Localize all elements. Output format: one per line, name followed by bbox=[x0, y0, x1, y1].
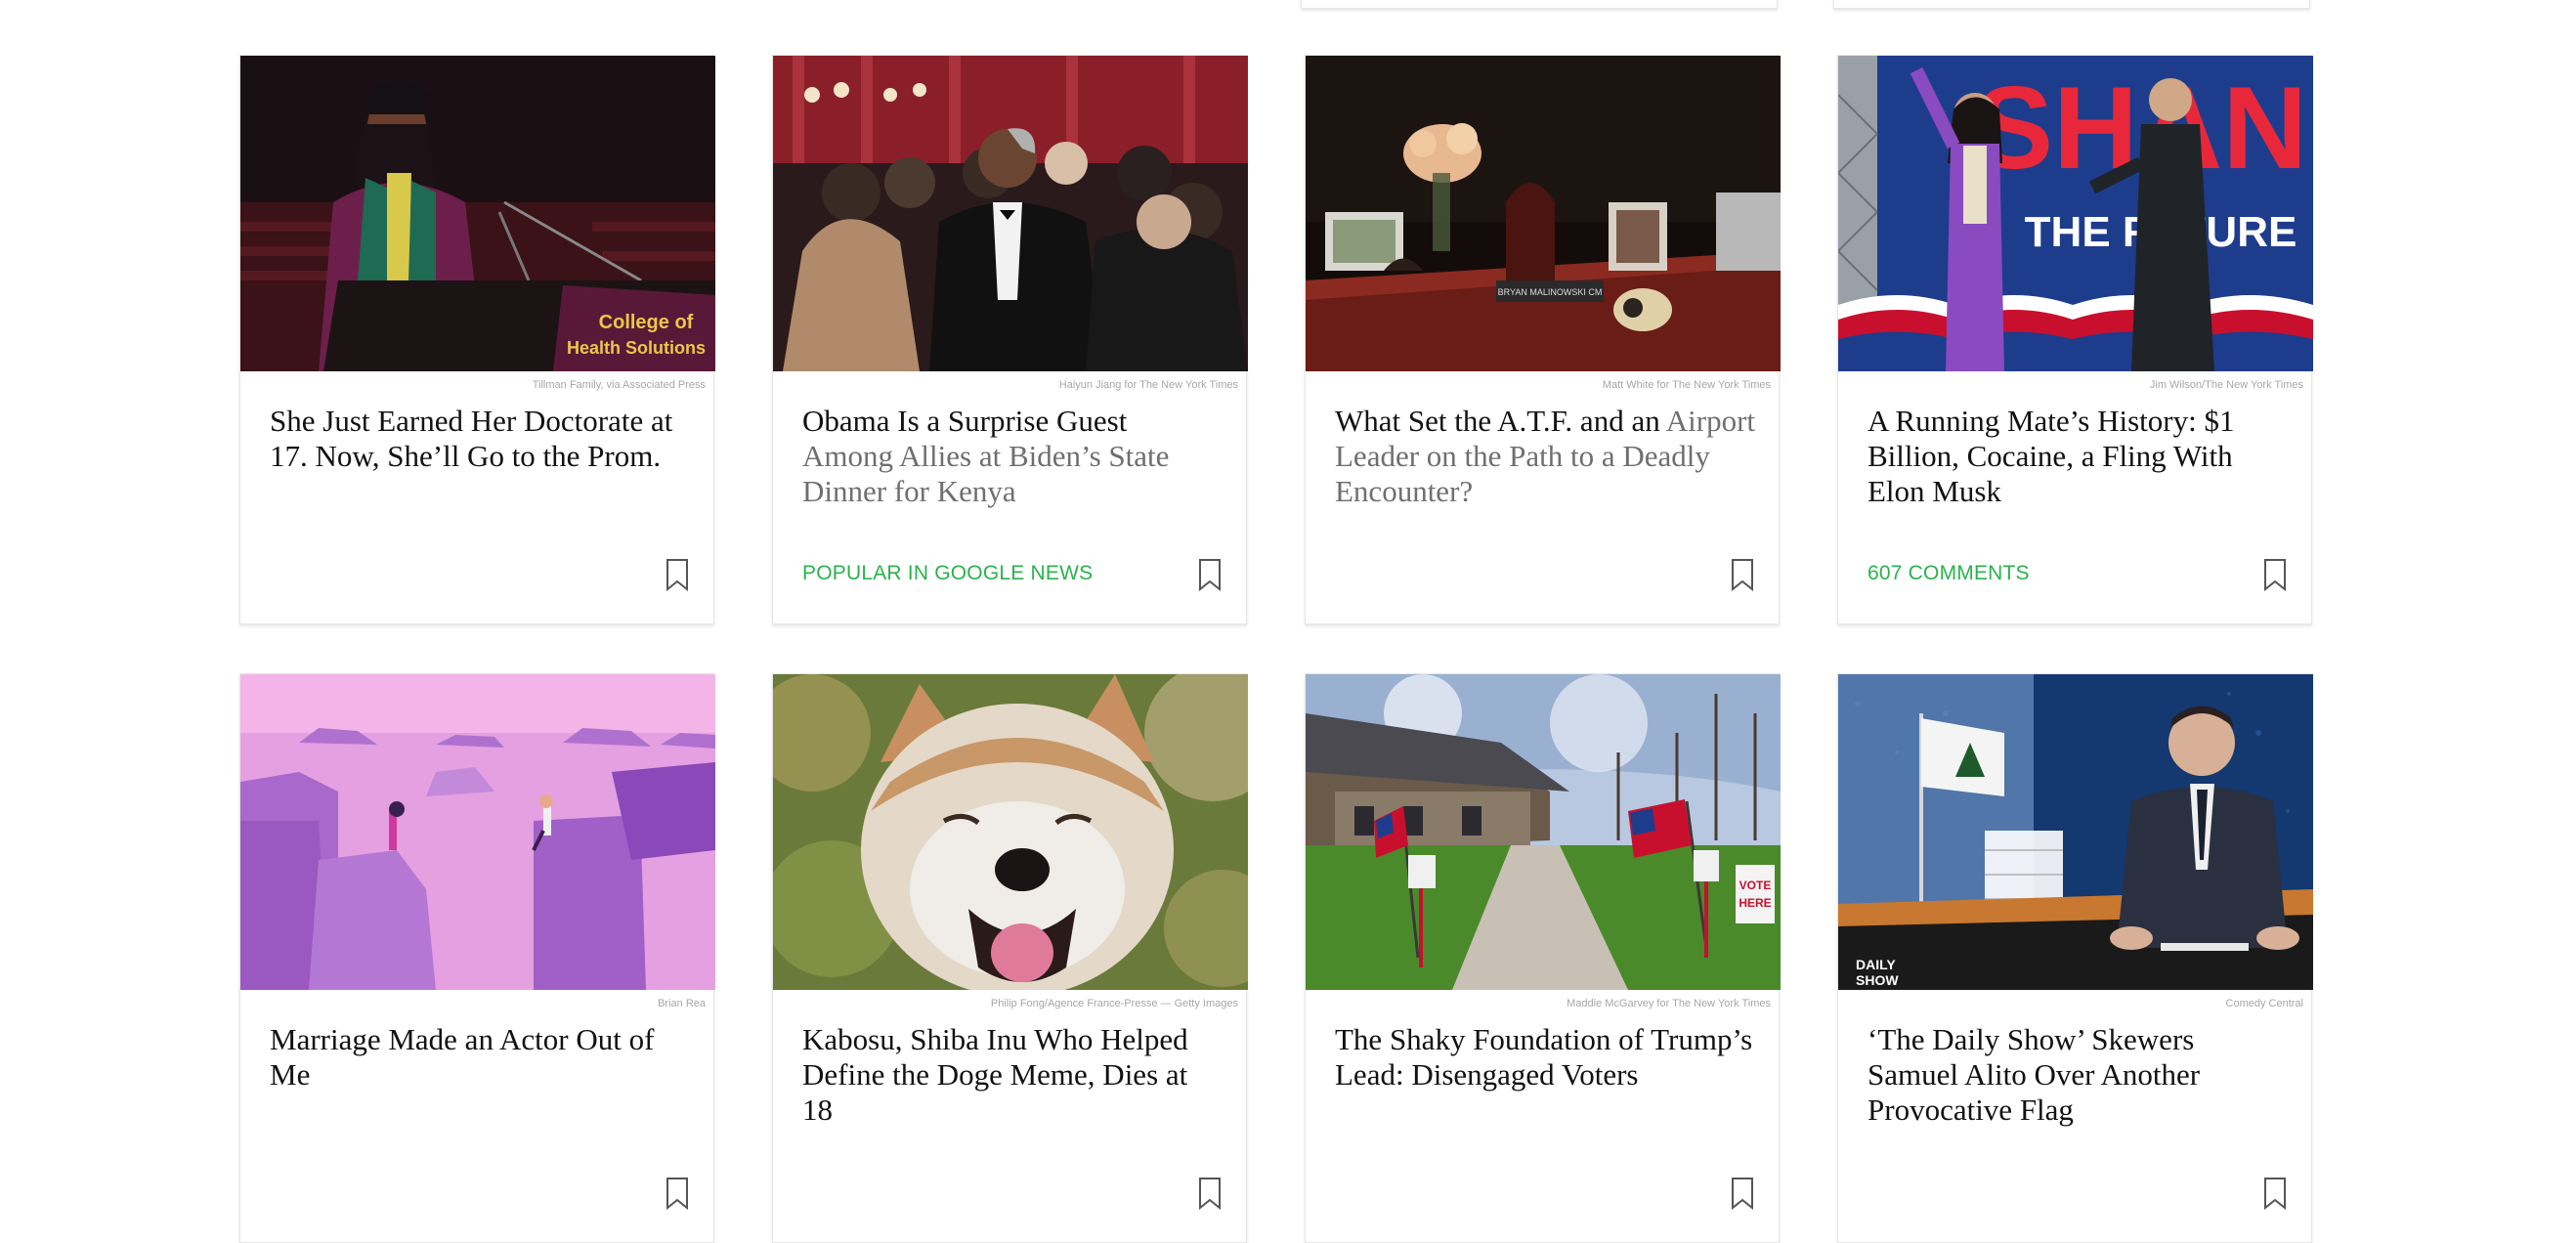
story-headline[interactable]: She Just Earned Her Doctorate at 17. Now… bbox=[270, 404, 690, 474]
story-image[interactable]: VOTE HERE bbox=[1306, 674, 1781, 990]
late-night-show-photo: DAILY SHOW bbox=[1838, 674, 2313, 990]
headline-lead: What Set the A.T.F. and an bbox=[1335, 404, 1666, 438]
story-card[interactable]: SHAN THE FUTURE Jim Wilson/The New York … bbox=[1837, 55, 2313, 624]
photo-credit: Matt White for The New York Times bbox=[1602, 379, 1771, 391]
story-image[interactable]: DAILY SHOW bbox=[1838, 674, 2313, 990]
polling-place-photo: VOTE HERE bbox=[1306, 674, 1781, 990]
shiba-inu-photo bbox=[773, 674, 1248, 990]
story-image[interactable] bbox=[773, 674, 1248, 990]
bookmark-icon[interactable] bbox=[665, 558, 689, 591]
story-card[interactable]: Brian Rea Marriage Made an Actor Out of … bbox=[239, 673, 715, 1243]
photo-credit: Tillman Family, via Associated Press bbox=[532, 379, 706, 391]
story-card[interactable]: BRYAN MALINOWSKI CM Matt White for The N… bbox=[1305, 55, 1781, 624]
story-card[interactable]: Philip Fong/Agence France-Presse — Getty… bbox=[772, 673, 1248, 1243]
bookmark-icon[interactable] bbox=[2263, 558, 2287, 591]
photo-credit: Jim Wilson/The New York Times bbox=[2149, 379, 2303, 391]
headline-text: Marriage Made an Actor Out of Me bbox=[270, 1022, 655, 1092]
previous-row-card-edge bbox=[1833, 0, 2310, 9]
photo-credit: Comedy Central bbox=[2225, 998, 2303, 1009]
story-headline[interactable]: The Shaky Foundation of Trump’s Lead: Di… bbox=[1335, 1022, 1755, 1093]
headline-text: ‘The Daily Show’ Skewers Samuel Alito Ov… bbox=[1868, 1022, 2201, 1127]
comments-count-link[interactable]: 607 COMMENTS bbox=[1868, 562, 2030, 585]
canyon-illustration bbox=[240, 674, 715, 990]
story-tag[interactable]: POPULAR IN GOOGLE NEWS bbox=[802, 562, 1093, 585]
story-headline[interactable]: ‘The Daily Show’ Skewers Samuel Alito Ov… bbox=[1868, 1022, 2288, 1128]
headline-text: The Shaky Foundation of Trump’s Lead: Di… bbox=[1335, 1022, 1753, 1092]
headline-text: A Running Mate’s History: $1 Billion, Co… bbox=[1868, 404, 2235, 508]
photo-credit: Maddie McGarvey for The New York Times bbox=[1567, 998, 1771, 1009]
story-headline[interactable]: A Running Mate’s History: $1 Billion, Co… bbox=[1868, 404, 2288, 509]
headline-text: She Just Earned Her Doctorate at 17. Now… bbox=[270, 404, 673, 473]
photo-credit: Haiyun Jiang for The New York Times bbox=[1058, 379, 1238, 391]
story-image[interactable] bbox=[240, 674, 715, 990]
image-caption-text: HERE bbox=[1739, 896, 1771, 910]
bookmark-icon[interactable] bbox=[1198, 1177, 1222, 1210]
headline-text: Kabosu, Shiba Inu Who Helped Define the … bbox=[802, 1022, 1188, 1127]
story-headline[interactable]: Obama Is a Surprise Guest Among Allies a… bbox=[802, 404, 1223, 509]
story-image[interactable]: SHAN THE FUTURE bbox=[1838, 56, 2313, 371]
image-caption-text: DAILY bbox=[1856, 957, 1896, 972]
story-card[interactable]: DAILY SHOW Comedy Central ‘The Daily Sho… bbox=[1837, 673, 2313, 1243]
bookmark-icon[interactable] bbox=[2263, 1177, 2287, 1210]
state-dinner-photo bbox=[773, 56, 1248, 371]
image-caption-text: Health Solutions bbox=[567, 338, 706, 358]
memorial-table-photo: BRYAN MALINOWSKI CM bbox=[1306, 56, 1781, 371]
headline-text: Among Allies at Biden’s State Dinner for… bbox=[802, 439, 1170, 508]
image-caption-text: VOTE bbox=[1739, 879, 1772, 892]
image-caption-text: College of bbox=[599, 312, 694, 333]
bookmark-icon[interactable] bbox=[665, 1177, 689, 1210]
photo-credit: Philip Fong/Agence France-Presse — Getty… bbox=[990, 998, 1238, 1009]
bookmark-icon[interactable] bbox=[1198, 558, 1222, 591]
bookmark-icon[interactable] bbox=[1731, 558, 1754, 591]
story-headline[interactable]: Kabosu, Shiba Inu Who Helped Define the … bbox=[802, 1022, 1223, 1128]
story-headline[interactable]: Marriage Made an Actor Out of Me bbox=[270, 1022, 690, 1093]
story-image[interactable]: College of Health Solutions bbox=[240, 56, 715, 371]
story-headline[interactable]: What Set the A.T.F. and an Airport Leade… bbox=[1335, 404, 1755, 509]
story-card[interactable]: College of Health Solutions Tillman Fami… bbox=[239, 55, 715, 624]
story-image[interactable] bbox=[773, 56, 1248, 371]
story-card[interactable]: Haiyun Jiang for The New York Times Obam… bbox=[772, 55, 1248, 624]
photo-credit: Brian Rea bbox=[658, 998, 706, 1009]
image-caption-text: SHOW bbox=[1856, 972, 1899, 988]
headline-lead: Obama Is a Surprise Guest bbox=[802, 404, 1128, 438]
image-caption-text: BRYAN MALINOWSKI CM bbox=[1498, 287, 1603, 297]
bookmark-icon[interactable] bbox=[1731, 1177, 1754, 1210]
story-image[interactable]: BRYAN MALINOWSKI CM bbox=[1306, 56, 1781, 371]
campaign-stage-photo: SHAN THE FUTURE bbox=[1838, 56, 2313, 371]
story-card[interactable]: VOTE HERE Maddie McGarvey for The New Yo… bbox=[1305, 673, 1781, 1243]
previous-row-card-edge bbox=[1301, 0, 1778, 9]
graduation-speaker-photo: College of Health Solutions bbox=[240, 56, 715, 371]
